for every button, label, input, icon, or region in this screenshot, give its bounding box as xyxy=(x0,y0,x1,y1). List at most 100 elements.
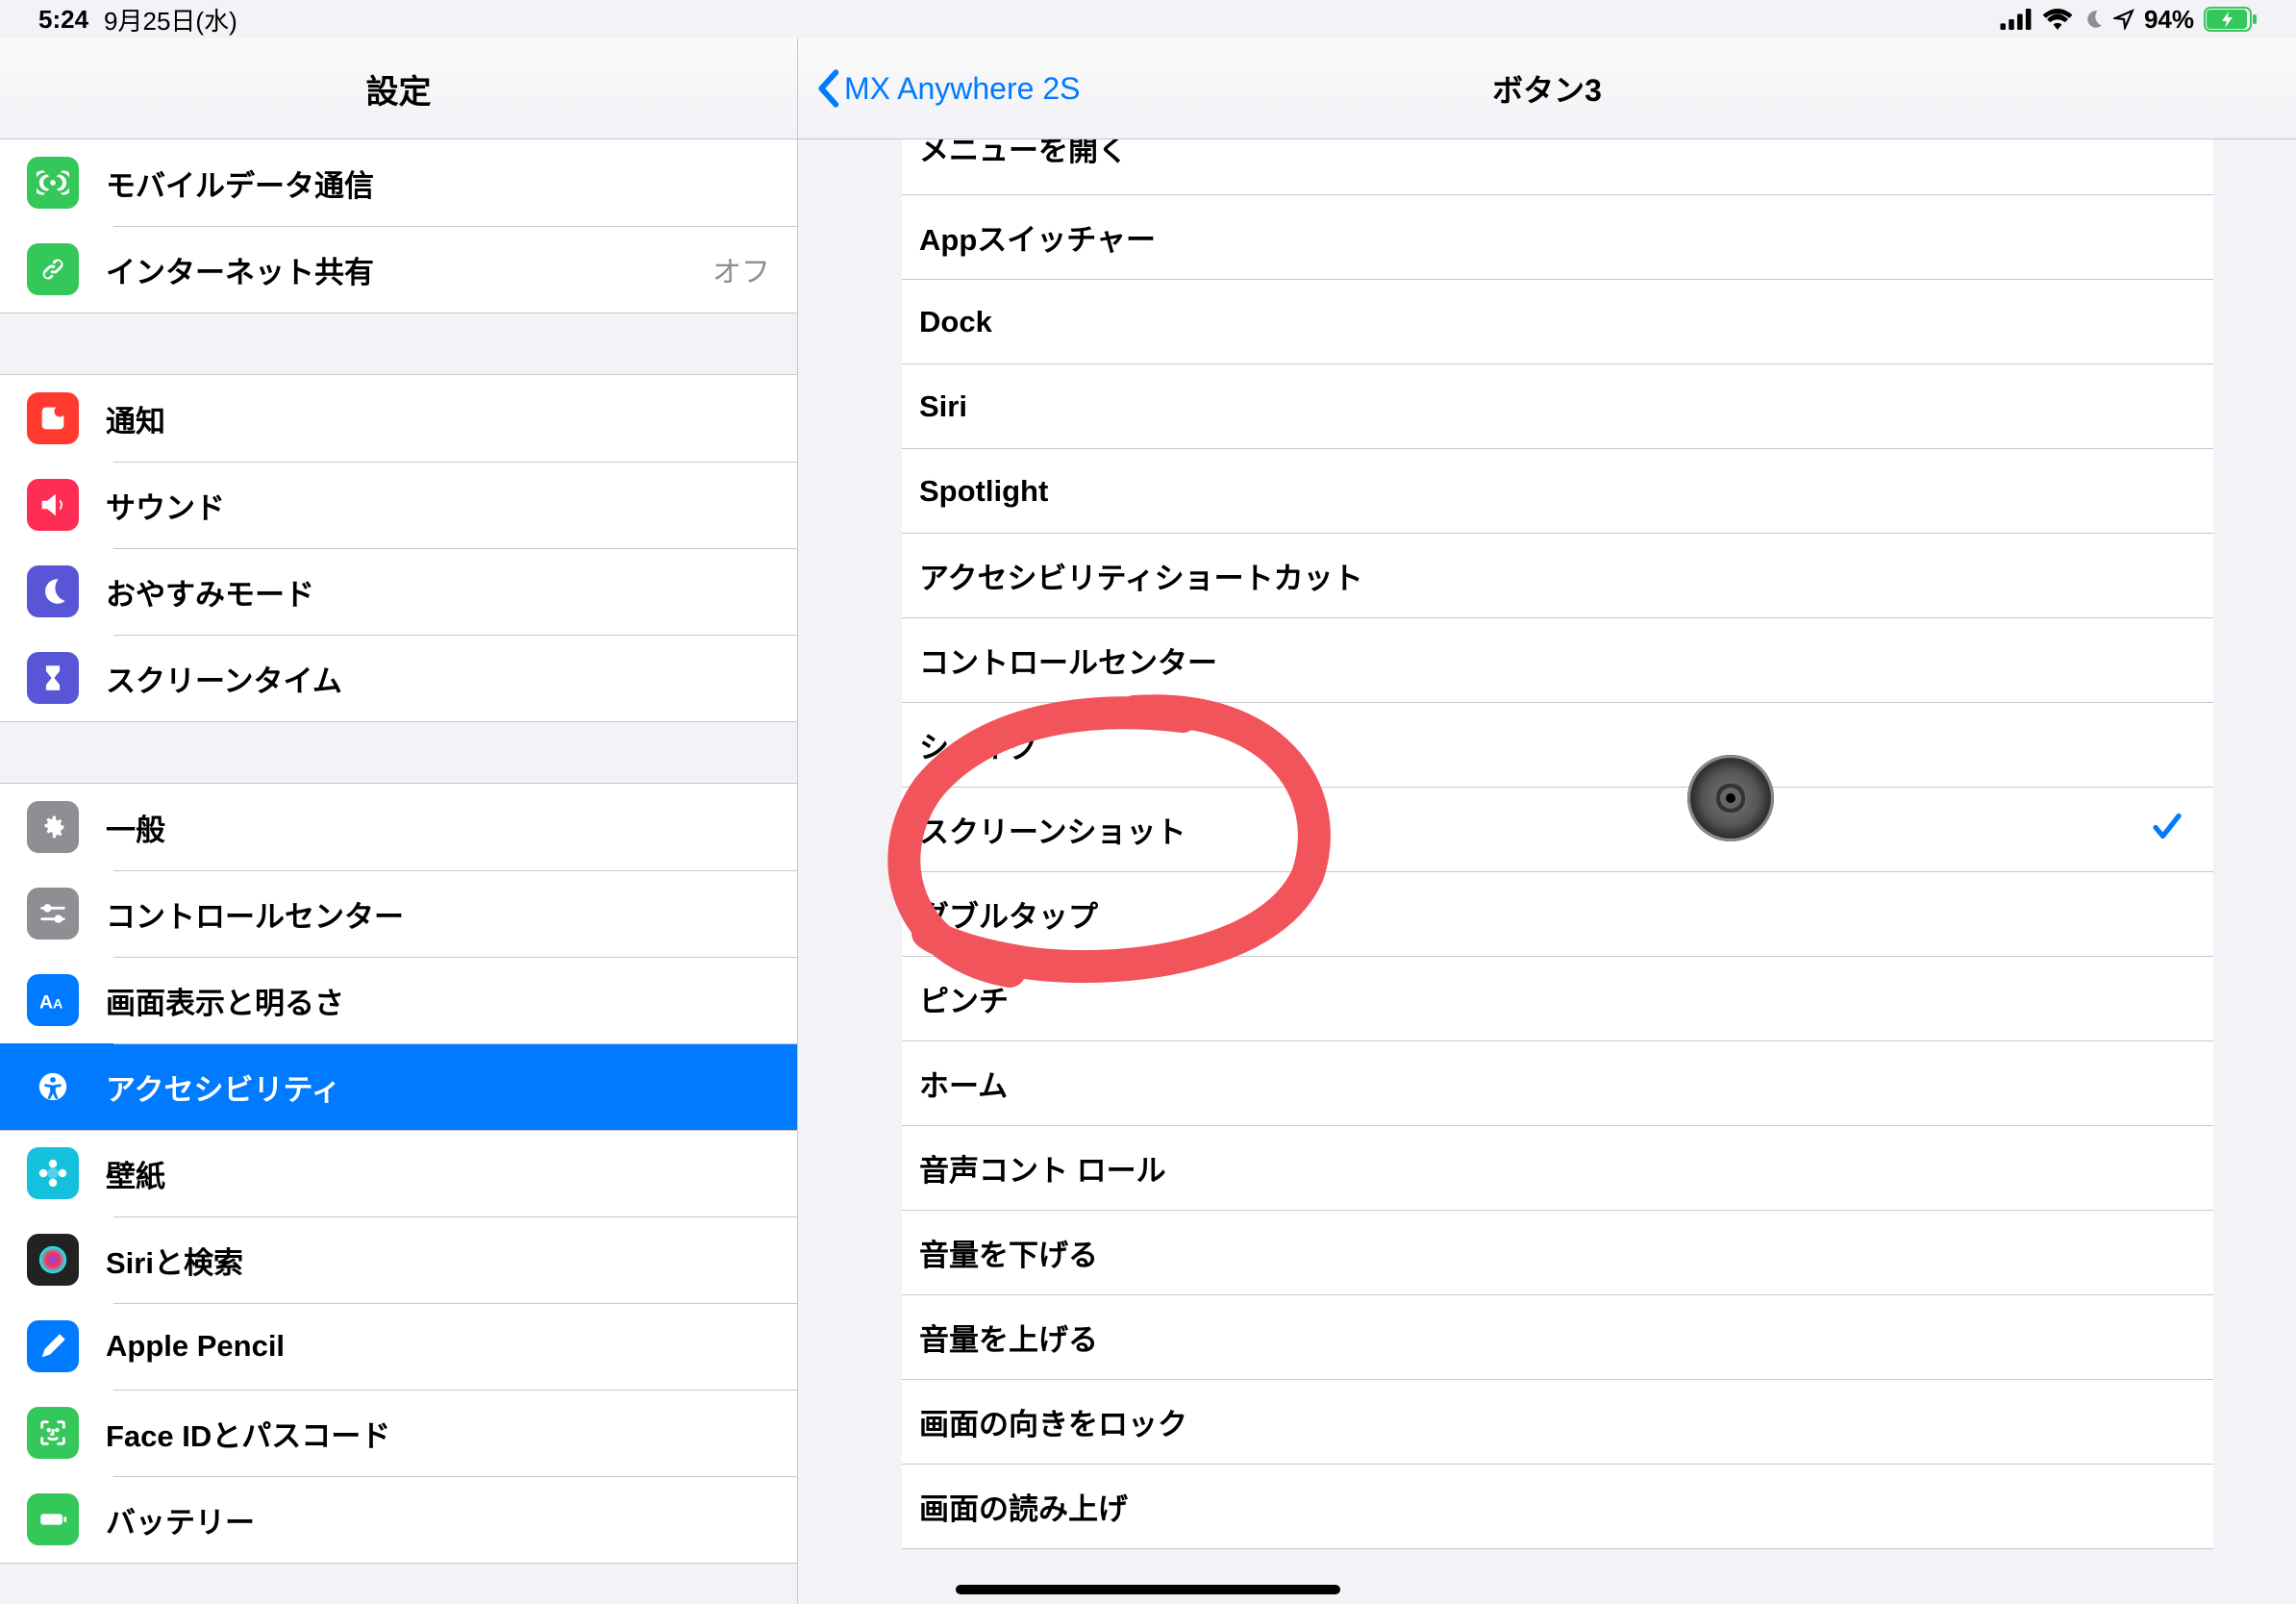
dnd-moon-icon xyxy=(2083,9,2104,30)
sidebar-item-label: コントロールセンター xyxy=(106,892,404,936)
option-label: ホーム xyxy=(919,1062,1008,1105)
option-row[interactable]: アクセシビリティショートカット xyxy=(902,534,2213,618)
siri-icon xyxy=(27,1234,79,1286)
status-date: 9月25日(水) xyxy=(104,2,237,38)
battery-percent: 94% xyxy=(2144,5,2194,35)
back-label: MX Anywhere 2S xyxy=(844,71,1080,107)
sidebar-item-label: 壁紙 xyxy=(106,1152,165,1195)
sidebar-item-battery[interactable]: バッテリー xyxy=(0,1476,797,1563)
settings-sidebar: 設定 モバイルデータ通信インターネット共有 オフ通知サウンドおやすみモードスクリー… xyxy=(0,38,798,1604)
svg-text:A: A xyxy=(39,992,53,1014)
option-row[interactable]: コントロールセンター xyxy=(902,618,2213,703)
sidebar-item-screentime[interactable]: スクリーンタイム xyxy=(0,635,797,721)
option-label: 音声コント ロール xyxy=(919,1146,1166,1190)
sidebar-item-accessibility[interactable]: アクセシビリティ xyxy=(0,1043,797,1130)
option-row[interactable]: 音量を上げる xyxy=(902,1295,2213,1380)
option-row[interactable]: ピンチ xyxy=(902,957,2213,1041)
sidebar-item-pencil[interactable]: Apple Pencil xyxy=(0,1303,797,1390)
antenna-icon xyxy=(27,157,79,209)
option-label: スクリーンショット xyxy=(919,808,1185,851)
flower-icon xyxy=(27,1147,79,1199)
option-label: 画面の向きをロック xyxy=(919,1400,1187,1443)
option-row[interactable]: メニューを開く xyxy=(902,139,2213,195)
status-time: 5:24 xyxy=(38,5,88,35)
sidebar-item-label: インターネット共有 xyxy=(106,248,374,291)
sidebar-item-label: モバイルデータ通信 xyxy=(106,162,374,205)
sidebar-group: モバイルデータ通信インターネット共有 オフ xyxy=(0,139,797,313)
option-row[interactable]: ダブルタップ xyxy=(902,872,2213,957)
assistive-touch-button[interactable] xyxy=(1687,755,1774,841)
moon-icon xyxy=(27,565,79,617)
bell-icon xyxy=(27,392,79,444)
option-label: アクセシビリティショートカット xyxy=(919,554,1363,597)
faceid-icon xyxy=(27,1407,79,1459)
option-row[interactable]: Spotlight xyxy=(902,449,2213,534)
detail-header: MX Anywhere 2S ボタン3 xyxy=(798,38,2296,139)
sidebar-item-wallpaper[interactable]: 壁紙 xyxy=(0,1130,797,1216)
sidebar-item-general[interactable]: 一般 xyxy=(0,784,797,870)
hourglass-icon xyxy=(27,652,79,704)
pencil-icon xyxy=(27,1320,79,1372)
checkmark-icon xyxy=(2150,809,2184,851)
option-row[interactable]: 音量を下げる xyxy=(902,1211,2213,1295)
home-indicator[interactable] xyxy=(956,1585,1340,1594)
sidebar-item-label: Face IDとパスコード xyxy=(106,1412,390,1455)
option-label: 音量を上げる xyxy=(919,1316,1098,1359)
option-row[interactable]: 音声コント ロール xyxy=(902,1126,2213,1211)
sidebar-item-label: アクセシビリティ xyxy=(106,1065,341,1109)
settings-title: 設定 xyxy=(0,38,797,139)
battery-icon xyxy=(2204,7,2258,32)
sidebar-item-control[interactable]: コントロールセンター xyxy=(0,870,797,957)
option-label: シェイク xyxy=(919,723,1037,766)
sidebar-item-hotspot[interactable]: インターネット共有 オフ xyxy=(0,226,797,313)
text-size-icon: AA xyxy=(27,974,79,1026)
sidebar-item-label: 一般 xyxy=(106,806,165,849)
option-row[interactable]: Dock xyxy=(902,280,2213,364)
sidebar-item-label: バッテリー xyxy=(106,1498,255,1541)
settings-title-text: 設定 xyxy=(366,65,432,113)
option-row[interactable]: シェイク xyxy=(902,703,2213,788)
sidebar-item-label: 画面表示と明るさ xyxy=(106,979,344,1022)
svg-text:A: A xyxy=(53,997,62,1013)
option-row[interactable]: 画面の向きをロック xyxy=(902,1380,2213,1465)
option-label: Siri xyxy=(919,389,967,424)
option-label: ダブルタップ xyxy=(919,892,1098,936)
gear-icon xyxy=(27,801,79,853)
sidebar-item-label: サウンド xyxy=(106,484,225,527)
option-list[interactable]: メニューを開くAppスイッチャー Dock Siri Spotlight アクセシビリテ… xyxy=(902,139,2213,1604)
sidebar-item-sound[interactable]: サウンド xyxy=(0,462,797,548)
option-row[interactable]: ホーム xyxy=(902,1041,2213,1126)
detail-pane: MX Anywhere 2S ボタン3 メニューを開くAppスイッチャー Dock… xyxy=(798,38,2296,1604)
cell-signal-icon xyxy=(2000,9,2033,30)
sidebar-group: 一般コントロールセンター AA 画面表示と明るさアクセシビリティ壁紙 Siriと検索 A… xyxy=(0,783,797,1564)
sidebar-item-faceid[interactable]: Face IDとパスコード xyxy=(0,1390,797,1476)
option-row[interactable]: Siri xyxy=(902,364,2213,449)
option-row[interactable]: Appスイッチャー xyxy=(902,195,2213,280)
status-bar: 5:24 9月25日(水) 94% xyxy=(0,0,2296,38)
sliders-icon xyxy=(27,888,79,940)
option-label: コントロールセンター xyxy=(919,639,1217,682)
sidebar-item-value: オフ xyxy=(712,248,770,290)
sidebar-item-display[interactable]: AA 画面表示と明るさ xyxy=(0,957,797,1043)
battery-icon xyxy=(27,1493,79,1545)
accessibility-icon xyxy=(27,1061,79,1113)
option-label: Dock xyxy=(919,305,992,339)
location-icon xyxy=(2113,9,2134,30)
sidebar-item-dnd[interactable]: おやすみモード xyxy=(0,548,797,635)
option-row[interactable]: 画面の読み上げ xyxy=(902,1465,2213,1549)
option-label: ピンチ xyxy=(919,977,1009,1020)
sidebar-item-label: スクリーンタイム xyxy=(106,657,342,700)
option-label: 画面の読み上げ xyxy=(919,1485,1128,1528)
speaker-icon xyxy=(27,479,79,531)
wifi-icon xyxy=(2042,9,2073,30)
sidebar-item-notifications[interactable]: 通知 xyxy=(0,375,797,462)
sidebar-item-siri[interactable]: Siriと検索 xyxy=(0,1216,797,1303)
sidebar-item-label: おやすみモード xyxy=(106,570,314,614)
option-row[interactable]: スクリーンショット xyxy=(902,788,2213,872)
option-label: 音量を下げる xyxy=(919,1231,1098,1274)
sidebar-item-label: Apple Pencil xyxy=(106,1329,285,1364)
detail-title: ボタン3 xyxy=(1492,66,1602,111)
option-label: Spotlight xyxy=(919,474,1048,509)
sidebar-item-cellular[interactable]: モバイルデータ通信 xyxy=(0,139,797,226)
back-button[interactable]: MX Anywhere 2S xyxy=(815,38,1080,138)
